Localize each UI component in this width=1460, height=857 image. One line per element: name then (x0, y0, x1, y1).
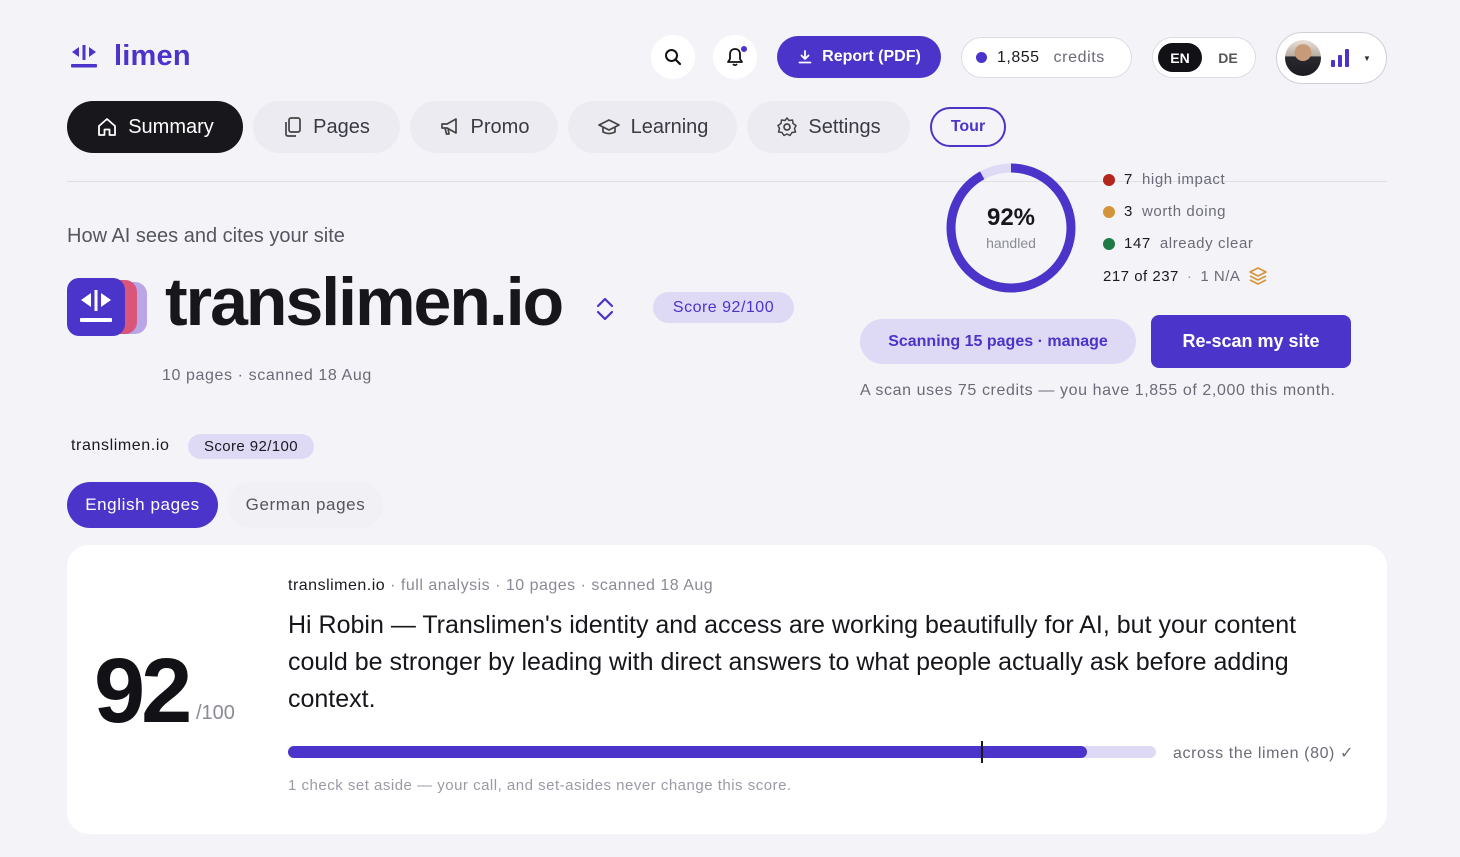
legend-label: high impact (1141, 171, 1226, 188)
benchmark-caption: across the limen (80) ✓ (1173, 745, 1355, 762)
search-button[interactable] (651, 35, 695, 79)
signal-bars-icon (1331, 49, 1349, 67)
download-icon (798, 50, 812, 64)
card-meta-domain: translimen.io (288, 577, 386, 594)
legend-high-impact[interactable]: 7 high impact (1103, 171, 1225, 188)
credits-amount: 1,855 (997, 48, 1040, 66)
handled-label: handled (986, 235, 1036, 251)
status-dot-red (1103, 173, 1115, 186)
megaphone-icon (440, 118, 457, 135)
language-switcher: EN DE (1152, 37, 1256, 78)
chevron-down-icon: ▼ (1363, 53, 1371, 63)
layers-icon[interactable] (1248, 266, 1268, 286)
tab-promo[interactable]: Promo (410, 101, 558, 153)
separator-dot: · (1186, 267, 1193, 285)
legend-worth-doing[interactable]: 3 worth doing (1103, 203, 1226, 220)
switch-site-icon[interactable] (594, 295, 616, 323)
rescan-button[interactable]: Re-scan my site (1151, 315, 1351, 368)
notification-dot (740, 45, 748, 53)
pages-icon (285, 117, 301, 137)
na-count: 1 N/A (1200, 267, 1241, 285)
benchmark-marker (981, 741, 984, 763)
status-dot-green (1103, 237, 1115, 250)
tab-label: Promo (470, 115, 530, 138)
legend-count: 147 (1124, 235, 1151, 252)
set-aside-note: 1 check set aside — your call, and set-a… (288, 777, 792, 794)
credits-label: credits (1053, 48, 1105, 66)
summary-card: 92 /100 translimen.io · full analysis · … (67, 545, 1387, 834)
credits-badge[interactable]: 1,855 credits (961, 37, 1132, 78)
checks-totals: 217 of 237 · 1 N/A (1103, 266, 1268, 286)
scanning-pages-button[interactable]: Scanning 15 pages · manage (860, 319, 1136, 364)
legend-count: 7 (1124, 171, 1133, 188)
tab-pages[interactable]: Pages (253, 101, 400, 153)
profile-menu[interactable]: ▼ (1276, 32, 1387, 84)
brand-name: limen (114, 40, 191, 72)
tour-button[interactable]: Tour (930, 107, 1006, 147)
summary-message: Hi Robin — Translimen's identity and acc… (288, 611, 1297, 713)
tab-label: Pages (313, 115, 370, 138)
notifications-button[interactable] (713, 35, 757, 79)
big-score: 92 (94, 640, 192, 742)
legend-already-clear[interactable]: 147 already clear (1103, 235, 1254, 252)
score-progress-fill (288, 746, 1087, 758)
site-logo-icon (67, 278, 147, 336)
tab-label: Learning (630, 115, 709, 138)
card-meta: translimen.io · full analysis · 10 pages… (288, 577, 713, 595)
legend-label: worth doing (1141, 203, 1227, 220)
tab-learning[interactable]: Learning (568, 101, 737, 153)
legend-label: already clear (1159, 235, 1254, 252)
report-label: Report (PDF) (822, 48, 921, 65)
lang-option-de[interactable]: DE (1206, 43, 1250, 72)
card-meta-details: · full analysis · 10 pages · scanned 18 … (385, 577, 714, 594)
credits-dot (976, 52, 987, 63)
domain-label: translimen.io (71, 437, 170, 454)
limen-logo-icon (71, 44, 97, 67)
tab-label: Settings (808, 115, 881, 138)
home-icon (98, 118, 117, 136)
report-pdf-button[interactable]: Report (PDF) (777, 36, 941, 78)
graduation-cap-icon (597, 119, 620, 135)
scan-meta: 10 pages · scanned 18 Aug (162, 367, 372, 384)
brand-logo[interactable]: limen (68, 40, 191, 73)
tab-german-pages[interactable]: German pages (228, 482, 383, 528)
status-dot-orange (1103, 205, 1115, 218)
site-title: translimen.io (165, 264, 564, 340)
score-chip: Score 92/100 (188, 434, 314, 459)
handled-ring: 92% handled (945, 162, 1077, 294)
score-out-of: /100 (196, 702, 235, 724)
lang-option-en[interactable]: EN (1158, 43, 1202, 72)
tab-summary[interactable]: Summary (67, 101, 243, 153)
score-badge: Score 92/100 (653, 292, 794, 323)
tab-label: Summary (128, 115, 214, 138)
avatar (1285, 40, 1321, 76)
handled-percent: 92% (986, 204, 1036, 231)
gear-icon (777, 117, 798, 137)
search-icon (665, 49, 682, 66)
hero-subtitle: How AI sees and cites your site (67, 225, 345, 247)
score-progress-bar (288, 741, 1156, 763)
totals-count: 217 of 237 (1103, 267, 1179, 285)
legend-count: 3 (1124, 203, 1133, 220)
scan-credits-note: A scan uses 75 credits — you have 1,855 … (860, 382, 1336, 399)
tab-english-pages[interactable]: English pages (67, 482, 218, 528)
tab-settings[interactable]: Settings (747, 101, 910, 153)
